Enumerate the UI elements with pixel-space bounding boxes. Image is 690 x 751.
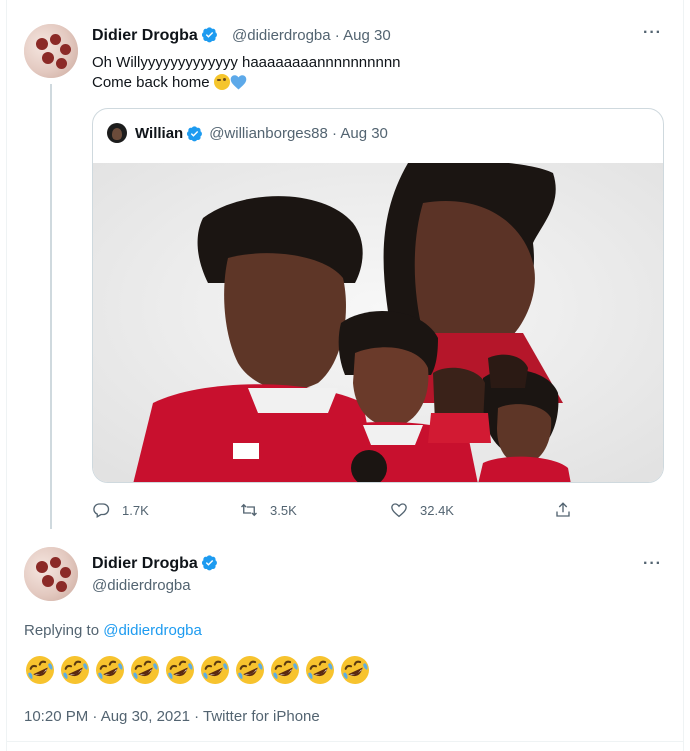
rofl-emoji-icon: [164, 654, 196, 691]
quoted-author-handle: @willianborges88 · Aug 30: [209, 124, 388, 142]
reply-author-name[interactable]: Didier Drogba: [92, 554, 218, 573]
rofl-emoji-icon: [304, 654, 336, 691]
player-collage-image: [93, 163, 663, 482]
more-dots-icon[interactable]: ···: [643, 555, 662, 573]
retweet-icon: [241, 503, 257, 517]
more-dots-icon[interactable]: ···: [643, 24, 662, 42]
rofl-emoji-icon: [59, 654, 91, 691]
author-name[interactable]: Didier Drogba: [92, 26, 218, 45]
blue-heart-icon: [230, 75, 247, 90]
reply-button[interactable]: 1.7K: [92, 498, 149, 522]
reply-text-emojis: [24, 654, 371, 691]
rofl-emoji-icon: [129, 654, 161, 691]
avatar[interactable]: [24, 24, 78, 78]
like-button[interactable]: 32.4K: [390, 498, 454, 522]
tweet-timestamp[interactable]: 10:20 PM · Aug 30, 2021 · Twitter for iP…: [24, 708, 320, 725]
like-icon: [391, 503, 407, 518]
rofl-emoji-icon: [234, 654, 266, 691]
rofl-emoji-icon: [24, 654, 56, 691]
verified-icon: [187, 125, 203, 141]
tweet-text: Oh Willyyyyyyyyyyyyy haaaaaaaannnnnnnnnn…: [92, 54, 401, 91]
author-handle[interactable]: @didierdrogba · Aug 30: [232, 27, 391, 44]
reply-icon: [93, 503, 110, 518]
tweet-date[interactable]: Aug 30: [343, 27, 391, 44]
share-icon: [556, 502, 570, 517]
quoted-tweet-image[interactable]: [93, 163, 663, 482]
rofl-emoji-icon: [269, 654, 301, 691]
thread-line: [50, 84, 52, 529]
rofl-emoji-icon: [199, 654, 231, 691]
rofl-emoji-icon: [94, 654, 126, 691]
replying-to: Replying to @didierdrogba: [24, 622, 202, 639]
rofl-emoji-icon: [339, 654, 371, 691]
quoted-author-name: Willian: [135, 124, 184, 142]
reply-avatar[interactable]: [24, 547, 78, 601]
tweet-actions: 1.7K 3.5K 32.4K: [92, 498, 664, 522]
verified-icon: [201, 27, 217, 43]
quoted-tweet-header: Willian @willianborges88 · Aug 30: [107, 122, 388, 144]
quoted-tweet-card[interactable]: Willian @willianborges88 · Aug 30: [92, 108, 664, 483]
verified-icon: [201, 555, 217, 571]
share-button[interactable]: [554, 498, 584, 522]
quoted-avatar: [107, 123, 127, 143]
retweet-button[interactable]: 3.5K: [240, 498, 297, 522]
winking-face-icon: [213, 74, 230, 90]
replying-to-link[interactable]: @didierdrogba: [103, 622, 202, 639]
reply-author-handle[interactable]: @didierdrogba: [92, 577, 191, 594]
divider: [6, 741, 684, 742]
